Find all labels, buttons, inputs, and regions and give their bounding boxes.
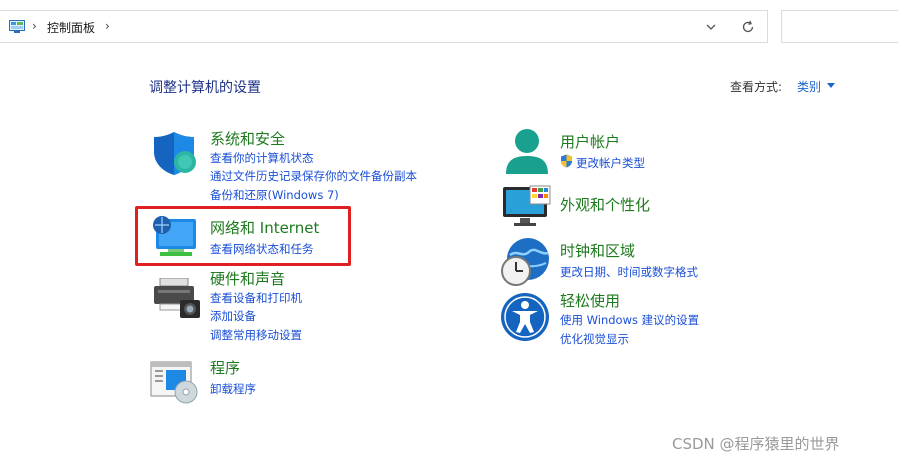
link-uninstall-program[interactable]: 卸载程序 xyxy=(210,381,256,397)
category-programs[interactable]: 程序 xyxy=(210,357,240,378)
chevron-right-icon[interactable]: › xyxy=(32,19,37,33)
highlight-box xyxy=(135,206,351,266)
dropdown-arrow-icon[interactable] xyxy=(827,83,835,88)
link-optimize-visual-display[interactable]: 优化视觉显示 xyxy=(560,331,629,347)
link-change-date-time-format[interactable]: 更改日期、时间或数字格式 xyxy=(560,264,698,280)
chevron-down-icon[interactable] xyxy=(704,20,718,34)
view-by-dropdown[interactable]: 类别 xyxy=(797,78,821,95)
control-panel-icon xyxy=(9,20,25,33)
link-add-device[interactable]: 添加设备 xyxy=(210,308,256,324)
link-backup-restore[interactable]: 备份和还原(Windows 7) xyxy=(210,187,339,203)
link-mobility-settings[interactable]: 调整常用移动设置 xyxy=(210,327,302,343)
chevron-right-icon[interactable]: › xyxy=(105,19,110,33)
shield-icon[interactable] xyxy=(152,130,198,176)
clock-globe-icon[interactable] xyxy=(500,237,552,287)
category-appearance[interactable]: 外观和个性化 xyxy=(560,194,650,215)
user-icon[interactable] xyxy=(504,128,550,176)
refresh-icon[interactable] xyxy=(740,19,756,35)
accessibility-icon[interactable] xyxy=(500,292,550,342)
category-clock-region[interactable]: 时钟和区域 xyxy=(560,240,635,261)
link-change-account-type[interactable]: 更改帐户类型 xyxy=(576,155,645,171)
category-hardware-sound[interactable]: 硬件和声音 xyxy=(210,268,285,289)
category-system-security[interactable]: 系统和安全 xyxy=(210,128,285,149)
programs-icon[interactable] xyxy=(150,360,202,404)
link-file-history-backup[interactable]: 通过文件历史记录保存你的文件备份副本 xyxy=(210,168,417,184)
category-user-accounts[interactable]: 用户帐户 xyxy=(560,131,620,152)
address-bar[interactable]: › 控制面板 › xyxy=(0,10,768,43)
page-title: 调整计算机的设置 xyxy=(149,80,261,96)
link-devices-printers[interactable]: 查看设备和打印机 xyxy=(210,290,302,306)
view-by-label: 查看方式: xyxy=(730,80,783,94)
monitor-icon[interactable] xyxy=(502,185,552,227)
category-ease-of-access[interactable]: 轻松使用 xyxy=(560,290,620,311)
link-view-computer-status[interactable]: 查看你的计算机状态 xyxy=(210,150,314,166)
search-input[interactable] xyxy=(781,10,898,43)
printer-icon[interactable] xyxy=(152,278,202,322)
link-windows-suggested-settings[interactable]: 使用 Windows 建议的设置 xyxy=(560,312,699,328)
uac-shield-icon xyxy=(561,154,572,168)
watermark: CSDN @程序猿里的世界 xyxy=(672,435,840,453)
breadcrumb-control-panel[interactable]: 控制面板 xyxy=(47,19,95,36)
